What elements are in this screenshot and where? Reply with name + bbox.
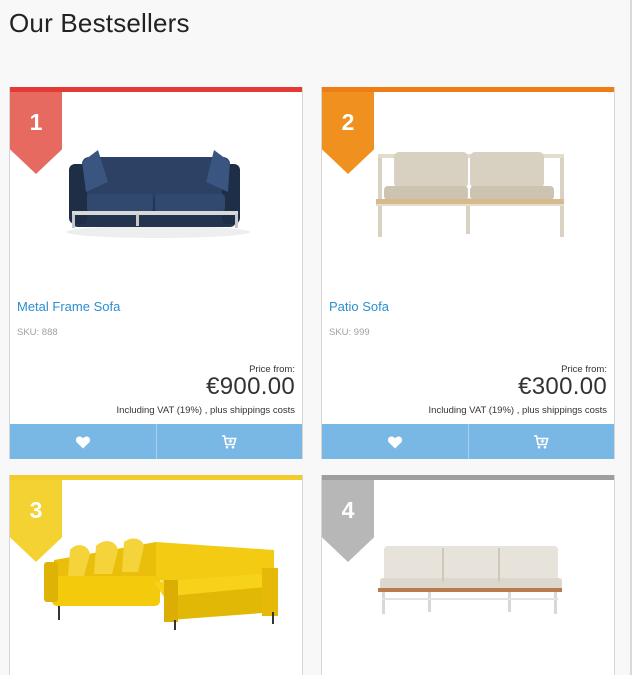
page-title: Our Bestsellers [9, 8, 190, 38]
card-actions [322, 424, 614, 459]
product-sku: SKU: 888 [17, 327, 58, 338]
cart-icon [222, 434, 237, 448]
card-actions [10, 424, 302, 459]
rank-number: 4 [341, 497, 355, 523]
product-image[interactable] [24, 480, 290, 675]
rank-number: 1 [29, 109, 43, 135]
product-price: €300.00 [518, 373, 607, 400]
add-to-wishlist-button[interactable] [10, 424, 156, 459]
vat-note: Including VAT (19%) , plus shippings cos… [116, 405, 295, 416]
product-sku: SKU: 999 [329, 327, 370, 338]
product-image[interactable] [336, 480, 602, 675]
product-card: 2 Patio Sofa SKU: 999 Price from: €300.0… [321, 87, 615, 459]
vat-note: Including VAT (19%) , plus shippings cos… [428, 405, 607, 416]
product-card: 4 [321, 475, 615, 675]
product-image[interactable] [24, 92, 290, 291]
add-to-cart-button[interactable] [155, 424, 303, 459]
rank-number: 3 [29, 497, 43, 523]
product-image[interactable] [336, 92, 602, 291]
heart-icon [387, 435, 402, 448]
product-name-link[interactable]: Patio Sofa [329, 299, 389, 314]
add-to-cart-button[interactable] [467, 424, 615, 459]
product-name-link[interactable]: Metal Frame Sofa [17, 299, 120, 314]
cart-icon [534, 434, 549, 448]
heart-icon [75, 435, 90, 448]
rank-number: 2 [341, 109, 355, 135]
product-card: 3 [9, 475, 303, 675]
add-to-wishlist-button[interactable] [322, 424, 468, 459]
product-card: 1 Metal Frame Sofa SKU: 888 Price from: … [9, 87, 303, 459]
product-price: €900.00 [206, 373, 295, 400]
